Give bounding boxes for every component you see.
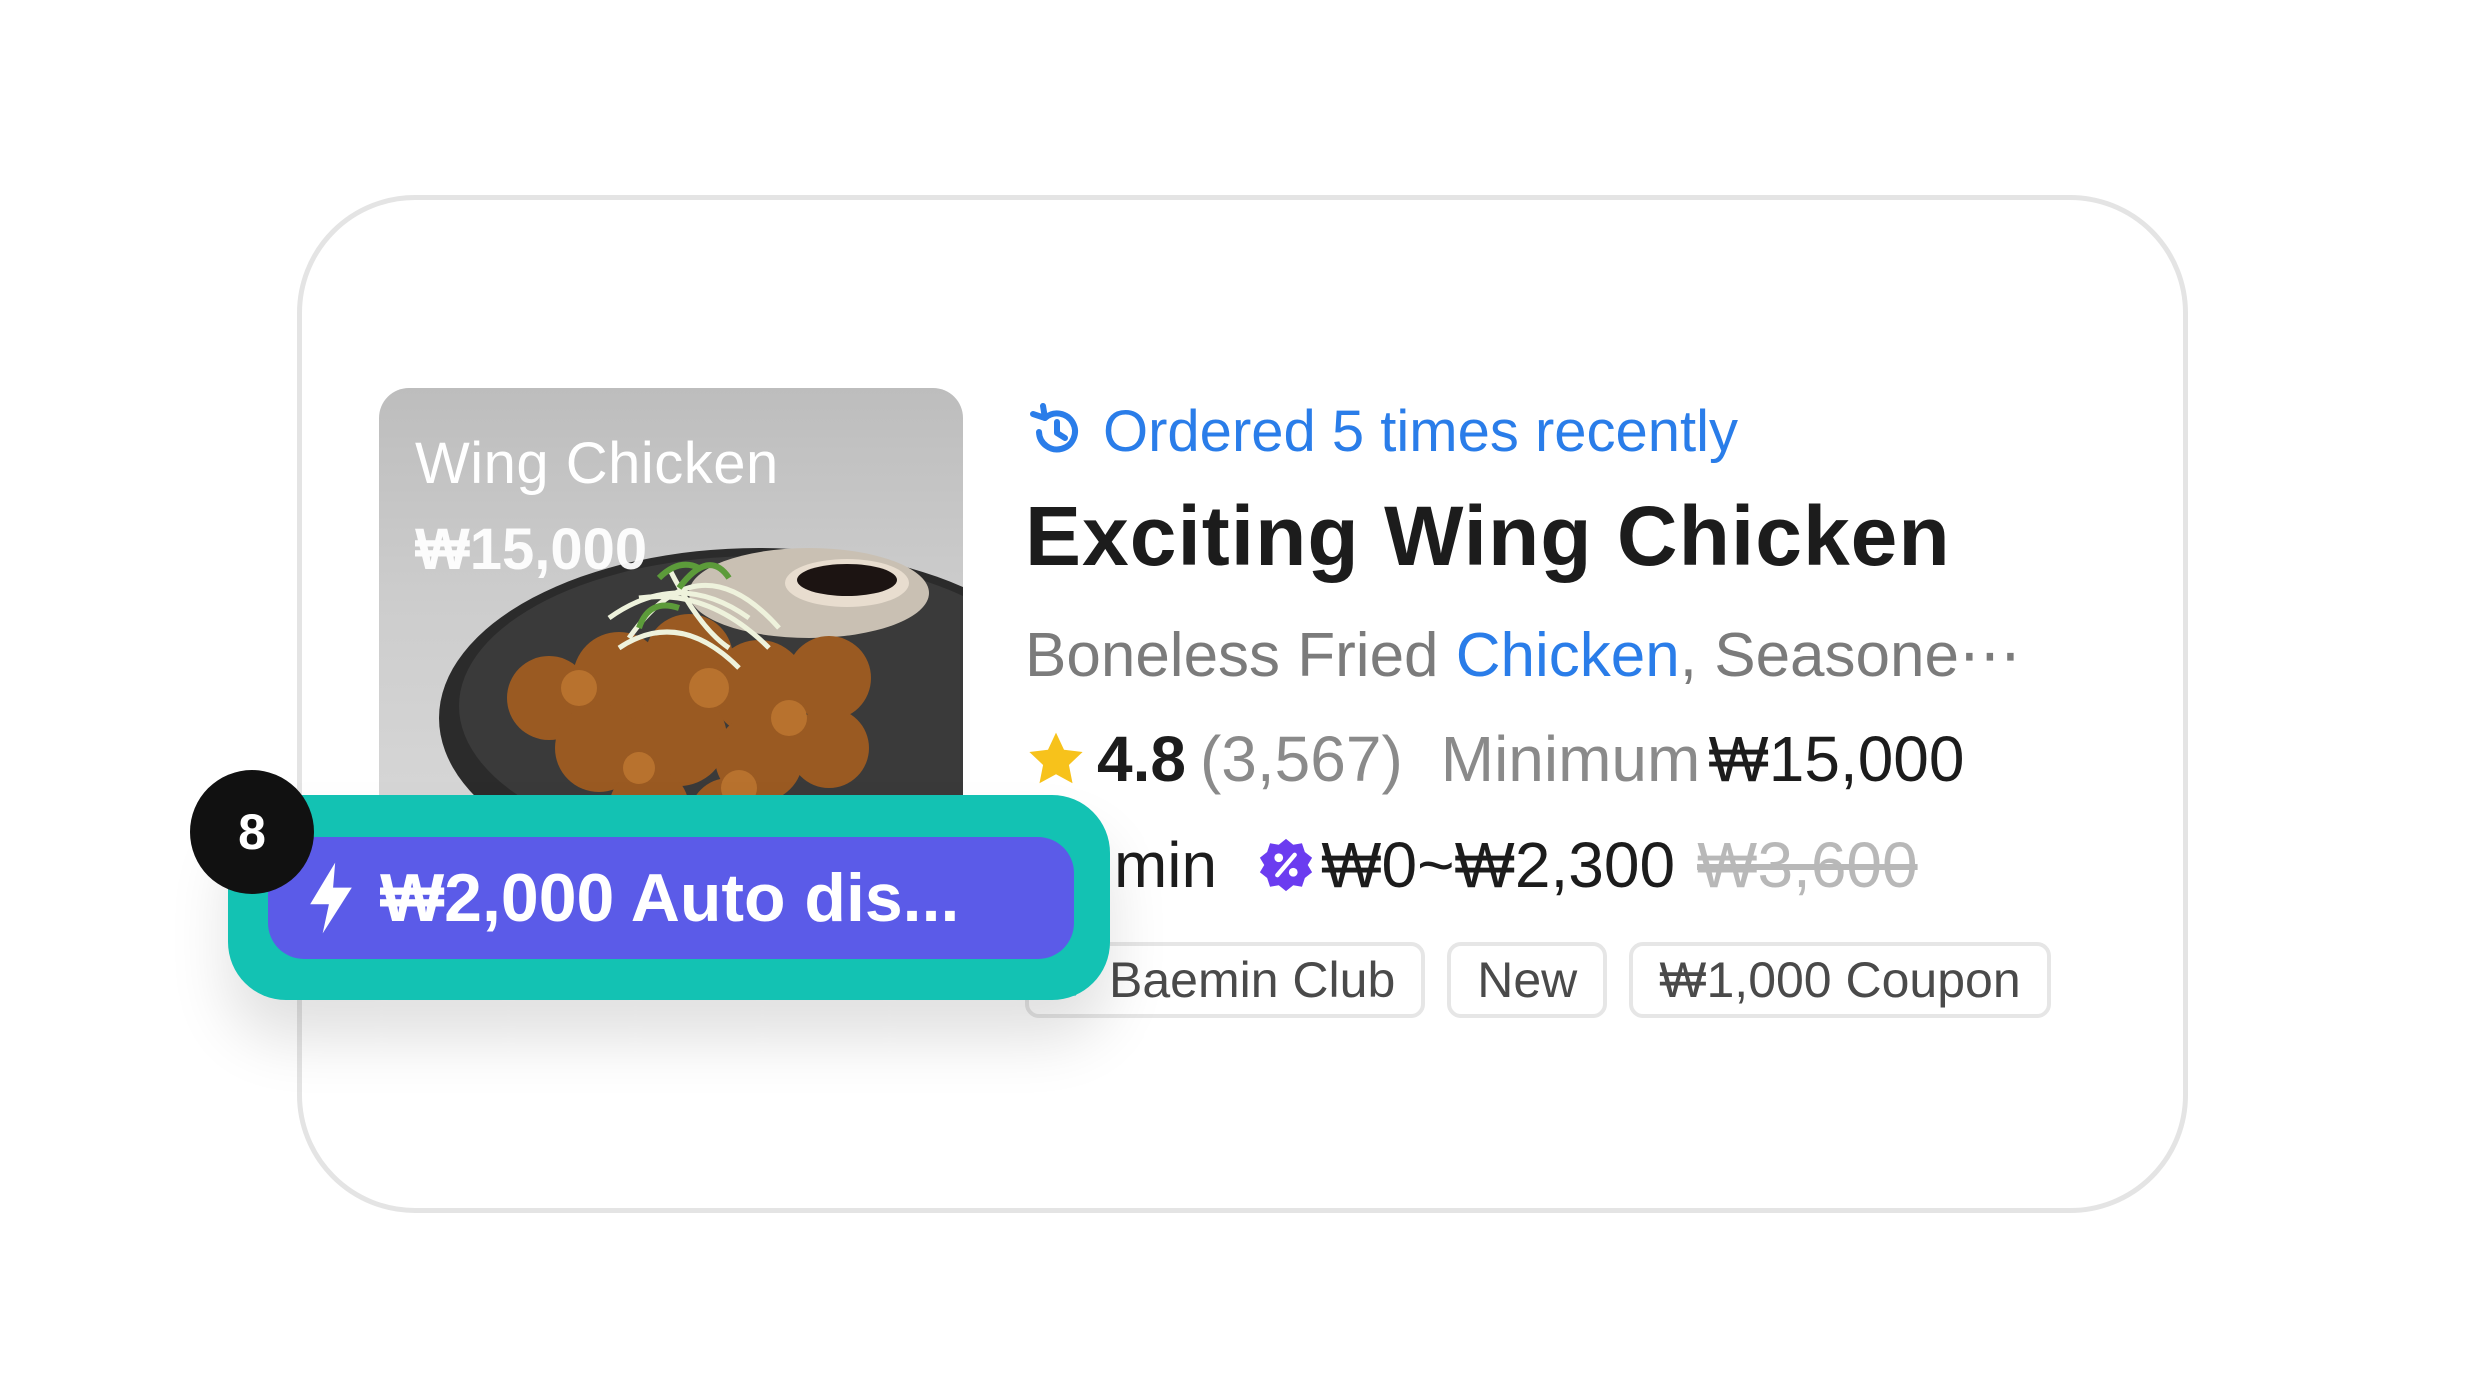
thumbnail-menu-price: ₩15,000 <box>415 517 648 582</box>
tag-label: New <box>1477 952 1578 1008</box>
history-icon <box>1030 402 1078 452</box>
store-tags: Baemin Club New ₩1,000 Coupon <box>1025 942 2051 1018</box>
lightning-icon <box>310 862 352 934</box>
star-icon <box>1029 732 1083 784</box>
delivery-row: 30 min ₩0~₩2,300 ₩3,600 <box>1025 828 1918 902</box>
menu-highlight: Chicken <box>1455 621 1680 690</box>
auto-discount-button[interactable]: ₩2,000 Auto dis... <box>268 837 1074 959</box>
promo-highlight: ₩2,000 Auto dis... <box>228 795 1110 1000</box>
recent-orders-text: Ordered 5 times recently <box>1103 399 1739 464</box>
recent-orders-notice: Ordered 5 times recently <box>1027 398 1738 465</box>
minimum-order-label: Minimum <box>1440 723 1701 795</box>
store-title[interactable]: Exciting Wing Chicken <box>1025 488 1951 585</box>
auto-discount-label: ₩2,000 Auto dis... <box>380 860 960 936</box>
review-count: (3,567) <box>1199 723 1403 795</box>
tag-label: Baemin Club <box>1109 952 1396 1008</box>
rating-row: 4.8 (3,567) Minimum ₩15,000 <box>1025 722 1964 796</box>
menu-prefix: Boneless Fried <box>1025 621 1456 690</box>
menu-suffix: , Seasone⋯ <box>1679 621 2021 690</box>
discount-badge-icon <box>1259 838 1313 892</box>
tag-label: ₩1,000 Coupon <box>1659 952 2021 1008</box>
thumbnail-menu-name: Wing Chicken <box>415 431 779 496</box>
step-number-badge: 8 <box>190 770 314 894</box>
original-delivery-fee: ₩3,600 <box>1697 829 1918 901</box>
store-menu-summary: Boneless Fried Chicken, Seasone⋯ <box>1025 618 2021 691</box>
tag-new: New <box>1447 942 1608 1018</box>
tag-coupon: ₩1,000 Coupon <box>1629 942 2051 1018</box>
minimum-order-value: ₩15,000 <box>1708 723 1965 795</box>
delivery-fee: ₩0~₩2,300 <box>1321 829 1676 901</box>
rating-score: 4.8 <box>1097 723 1186 795</box>
